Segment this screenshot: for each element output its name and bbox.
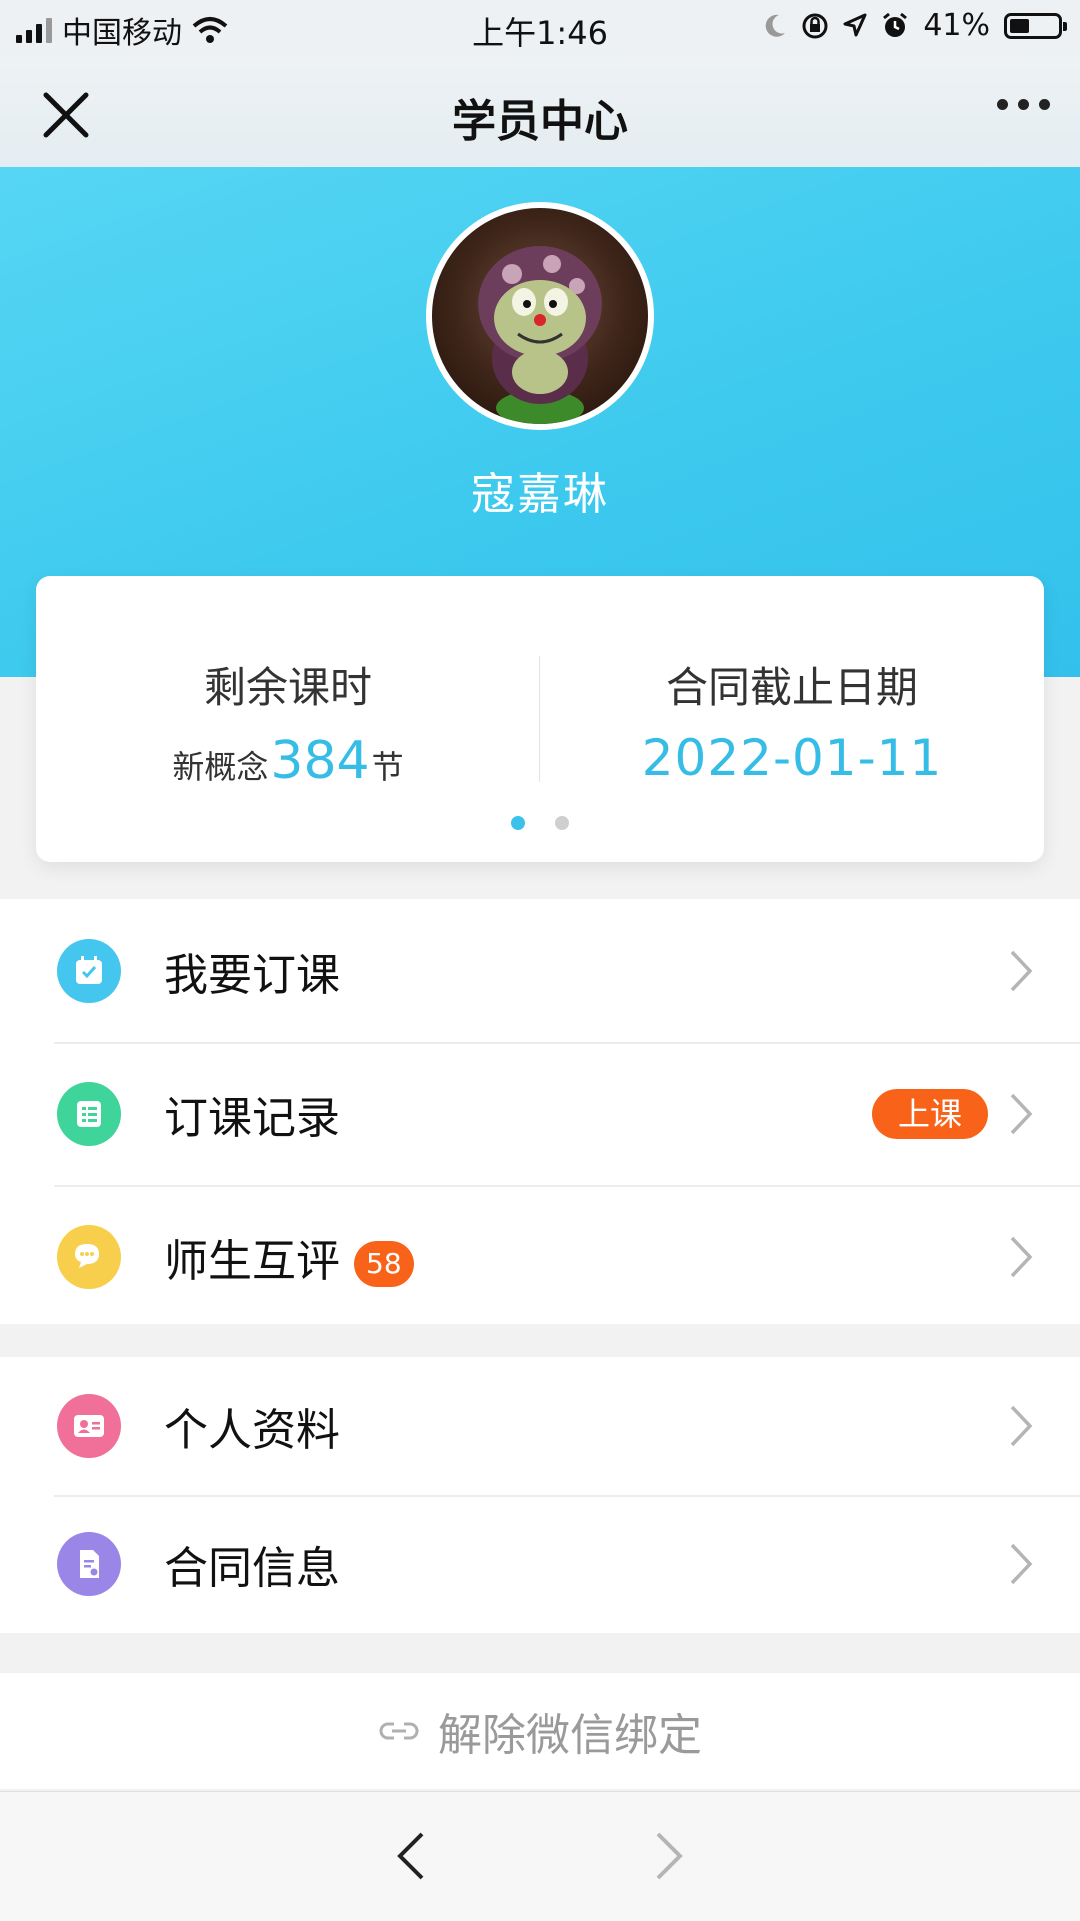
remaining-lessons-value: 新概念 384 节 bbox=[36, 731, 540, 791]
orientation-lock-icon bbox=[802, 13, 828, 38]
battery-level bbox=[1010, 18, 1029, 33]
menu-item-book-lesson[interactable]: 我要订课 bbox=[0, 899, 1080, 1042]
remaining-lessons: 剩余课时 新概念 384 节 bbox=[36, 576, 540, 791]
status-bar: 中国移动 上午1:46 41% bbox=[0, 0, 1080, 55]
battery-percent: 41% bbox=[923, 8, 990, 43]
avatar[interactable] bbox=[426, 202, 654, 430]
nav-bar: 学员中心 bbox=[0, 55, 1080, 167]
chevron-right-icon bbox=[1010, 1236, 1033, 1277]
back-arrow-icon[interactable] bbox=[392, 1830, 432, 1882]
chat-bubble-icon bbox=[57, 1224, 121, 1289]
contract-deadline-label: 合同截止日期 bbox=[665, 663, 918, 712]
pager-dot-1[interactable] bbox=[511, 816, 525, 830]
battery-icon bbox=[1004, 12, 1067, 39]
chevron-right-icon bbox=[1010, 1405, 1033, 1447]
document-icon bbox=[57, 1532, 121, 1596]
menu-item-label: 订课记录 bbox=[164, 1092, 340, 1144]
count-badge: 58 bbox=[354, 1240, 414, 1287]
status-right: 41% bbox=[763, 8, 1067, 43]
menu-item-personal-info[interactable]: 个人资料 bbox=[0, 1357, 1080, 1495]
summary-card[interactable]: 剩余课时 新概念 384 节 合同截止日期 2022-01-11 bbox=[36, 576, 1044, 862]
contract-deadline: 合同截止日期 2022-01-11 bbox=[540, 576, 1044, 787]
carousel-pager[interactable] bbox=[36, 816, 1044, 830]
menu-item-mutual-review[interactable]: 师生互评 58 bbox=[0, 1185, 1080, 1328]
menu-item-label: 师生互评 bbox=[164, 1235, 340, 1287]
contract-deadline-date: 2022-01-11 bbox=[641, 729, 943, 787]
menu-item-label-wrap: 师生互评 58 bbox=[164, 1225, 414, 1289]
chevron-right-icon bbox=[1010, 1093, 1033, 1134]
chevron-right-icon bbox=[1010, 950, 1033, 991]
menu-item-booking-records[interactable]: 订课记录 上课 bbox=[0, 1042, 1080, 1185]
page-title: 学员中心 bbox=[452, 96, 628, 147]
menu-item-label: 合同信息 bbox=[164, 1543, 340, 1594]
avatar-photo bbox=[478, 246, 602, 424]
lesson-unit: 节 bbox=[371, 748, 404, 786]
menu-group-profile: 个人资料 合同信息 bbox=[0, 1357, 1080, 1633]
unbind-wechat-button[interactable]: 解除微信绑定 bbox=[0, 1673, 1080, 1789]
menu-item-label: 我要订课 bbox=[164, 949, 340, 1001]
user-name: 寇嘉琳 bbox=[471, 469, 609, 520]
status-badge: 上课 bbox=[871, 1088, 988, 1139]
lesson-count: 384 bbox=[270, 731, 370, 791]
unbind-label: 解除微信绑定 bbox=[438, 1710, 702, 1761]
menu-item-contract-info[interactable]: 合同信息 bbox=[0, 1495, 1080, 1633]
forward-arrow-icon[interactable] bbox=[648, 1830, 688, 1882]
course-name: 新概念 bbox=[172, 748, 269, 786]
menu-group-courses: 我要订课 订课记录 上课 师生互评 58 bbox=[0, 899, 1080, 1324]
location-icon bbox=[843, 13, 867, 36]
list-icon bbox=[57, 1081, 121, 1146]
bottom-toolbar bbox=[0, 1791, 1080, 1921]
link-icon bbox=[379, 1722, 419, 1740]
calendar-check-icon bbox=[57, 938, 121, 1003]
menu-item-label: 个人资料 bbox=[164, 1405, 340, 1456]
id-card-icon bbox=[57, 1394, 121, 1458]
chevron-right-icon bbox=[1010, 1543, 1033, 1585]
moon-icon bbox=[766, 14, 786, 37]
remaining-lessons-label: 剩余课时 bbox=[203, 663, 372, 712]
more-icon[interactable] bbox=[997, 99, 1050, 110]
alarm-icon bbox=[883, 12, 908, 37]
pager-dot-2[interactable] bbox=[555, 816, 569, 830]
